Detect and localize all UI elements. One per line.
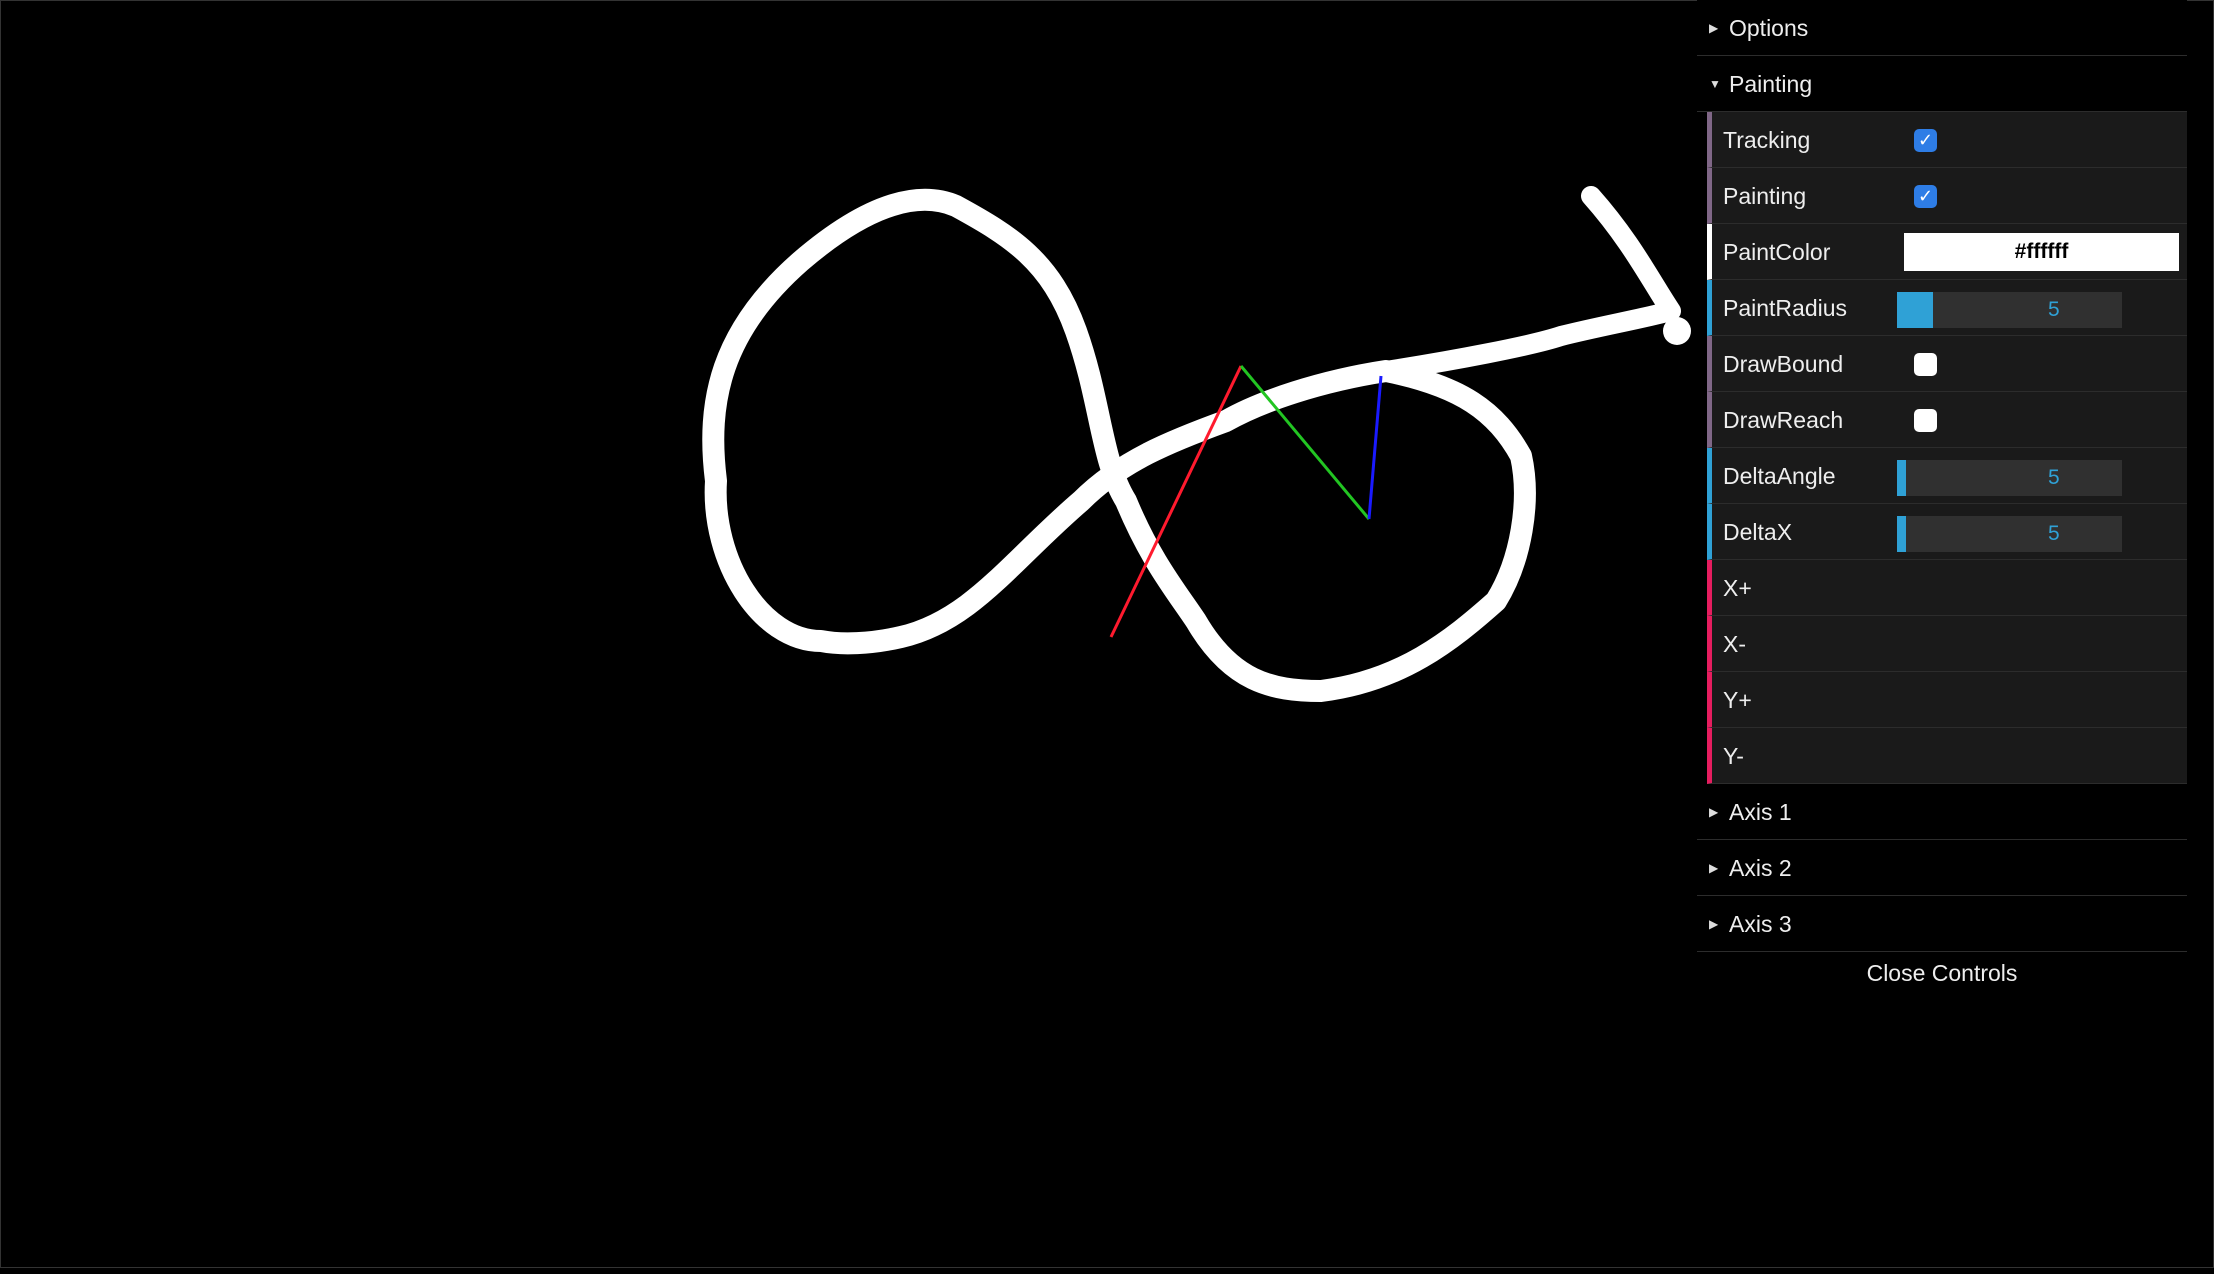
paint-color-input[interactable]: #ffffff [1904, 233, 2179, 271]
y-plus-button[interactable]: Y+ [1707, 672, 2187, 728]
draw-bound-label: DrawBound [1723, 351, 1844, 377]
triangle-right-icon: ▶ [1709, 861, 1719, 875]
paint-radius-input[interactable]: 5 [2040, 292, 2122, 328]
x-plus-label: X+ [1723, 575, 1752, 601]
delta-x-label: DeltaX [1723, 519, 1793, 545]
folder-axis-3[interactable]: ▶ Axis 3 [1697, 896, 2187, 952]
painting-row: Painting ✓ [1707, 168, 2187, 224]
folder-options-label: Options [1729, 15, 1809, 41]
folder-painting[interactable]: ▼ Painting [1697, 56, 2187, 112]
tracking-row: Tracking ✓ [1707, 112, 2187, 168]
painting-label: Painting [1723, 183, 1807, 209]
folder-axis-2-label: Axis 2 [1729, 855, 1792, 881]
triangle-right-icon: ▶ [1709, 21, 1719, 35]
y-plus-label: Y+ [1723, 687, 1752, 713]
x-plus-button[interactable]: X+ [1707, 560, 2187, 616]
folder-painting-label: Painting [1729, 71, 1813, 97]
checkmark-icon: ✓ [1917, 130, 1934, 151]
draw-reach-row: DrawReach [1707, 392, 2187, 448]
folder-axis-1-label: Axis 1 [1729, 799, 1792, 825]
folder-axis-1[interactable]: ▶ Axis 1 [1697, 784, 2187, 840]
tracking-label: Tracking [1723, 127, 1811, 153]
tracking-checkbox[interactable]: ✓ [1914, 129, 1937, 152]
delta-angle-label: DeltaAngle [1723, 463, 1836, 489]
paint-radius-row: PaintRadius 5 [1707, 280, 2187, 336]
triangle-down-icon: ▼ [1709, 77, 1721, 91]
axis-z-line [1367, 375, 1383, 520]
delta-x-input[interactable]: 5 [2040, 516, 2122, 552]
delta-angle-input[interactable]: 5 [2040, 460, 2122, 496]
control-panel: ▶ Options ▼ Painting Tracking ✓ Painting… [1697, 0, 2187, 994]
x-minus-label: X- [1723, 631, 1746, 657]
y-minus-button[interactable]: Y- [1707, 728, 2187, 784]
folder-axis-2[interactable]: ▶ Axis 2 [1697, 840, 2187, 896]
delta-x-row: DeltaX 5 [1707, 504, 2187, 560]
brush-cursor [1663, 317, 1691, 345]
checkmark-icon: ✓ [1917, 186, 1934, 207]
slider-fill [1897, 460, 1907, 496]
x-minus-button[interactable]: X- [1707, 616, 2187, 672]
draw-reach-checkbox[interactable] [1914, 409, 1937, 432]
triangle-right-icon: ▶ [1709, 805, 1719, 819]
folder-axis-3-label: Axis 3 [1729, 911, 1792, 937]
delta-angle-row: DeltaAngle 5 [1707, 448, 2187, 504]
draw-bound-row: DrawBound [1707, 336, 2187, 392]
folder-options[interactable]: ▶ Options [1697, 0, 2187, 56]
close-controls-button[interactable]: Close Controls [1697, 952, 2187, 994]
triangle-right-icon: ▶ [1709, 917, 1719, 931]
draw-bound-checkbox[interactable] [1914, 353, 1937, 376]
paint-color-label: PaintColor [1723, 239, 1831, 265]
painting-checkbox[interactable]: ✓ [1914, 185, 1937, 208]
slider-fill [1897, 292, 1934, 328]
painted-stroke-tail [1376, 186, 1681, 381]
draw-reach-label: DrawReach [1723, 407, 1844, 433]
slider-fill [1897, 516, 1907, 552]
y-minus-label: Y- [1723, 743, 1744, 769]
paint-radius-label: PaintRadius [1723, 295, 1848, 321]
paint-color-row: PaintColor #ffffff [1707, 224, 2187, 280]
